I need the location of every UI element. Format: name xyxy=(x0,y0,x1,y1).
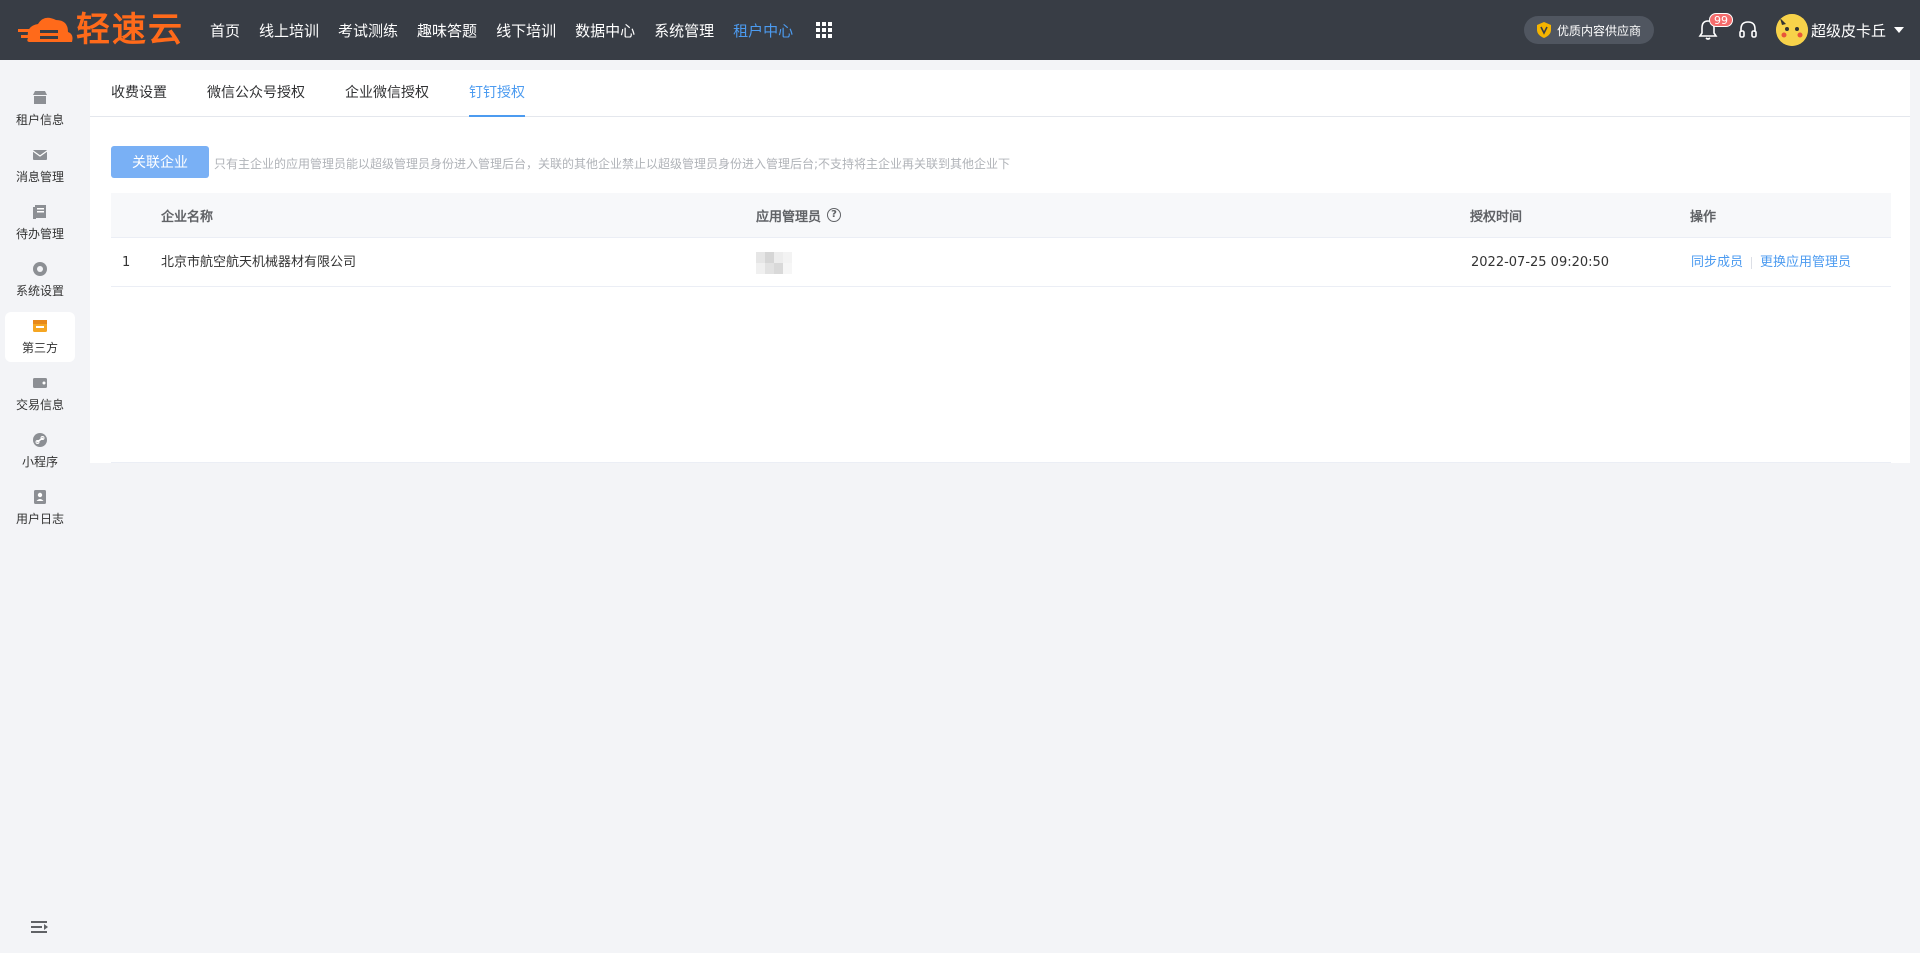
nav-offline-training[interactable]: 线下培训 xyxy=(496,20,556,41)
help-icon[interactable]: ? xyxy=(827,208,842,222)
sidebar-item-mini-program[interactable]: 小程序 xyxy=(5,426,75,476)
sync-members-link[interactable]: 同步成员 xyxy=(1691,255,1743,270)
row-actions: 同步成员 更换应用管理员 xyxy=(1691,238,1851,287)
nav-quiz[interactable]: 趣味答题 xyxy=(417,20,477,41)
change-admin-link[interactable]: 更换应用管理员 xyxy=(1760,255,1851,270)
nav-online-training[interactable]: 线上培训 xyxy=(259,20,319,41)
logo-text: 轻速云 xyxy=(76,10,184,50)
tab-fee-settings[interactable]: 收费设置 xyxy=(111,70,167,117)
user-name: 超级皮卡丘 xyxy=(1811,21,1887,40)
sidebar-item-label: 系统设置 xyxy=(15,284,64,298)
store-icon xyxy=(33,91,47,104)
company-name: 北京市航空航天机械器材有限公司 xyxy=(161,255,357,270)
contact-icon xyxy=(34,490,46,504)
nav-home[interactable]: 首页 xyxy=(210,20,240,41)
third-party-icon xyxy=(33,320,47,332)
auth-time: 2022-07-25 09:20:50 xyxy=(1471,255,1610,270)
sidebar-item-label: 消息管理 xyxy=(15,170,64,184)
sidebar-item-transactions[interactable]: 交易信息 xyxy=(5,369,75,419)
main-panel: 收费设置 微信公众号授权 企业微信授权 钉钉授权 关联企业 只有主企业的应用管理… xyxy=(90,70,1910,463)
row-index: 1 xyxy=(122,255,131,270)
main-nav: 首页 线上培训 考试测练 趣味答题 线下培训 数据中心 系统管理 租户中心 xyxy=(210,0,833,60)
sidebar-item-tenant-info[interactable]: 租户信息 xyxy=(5,84,75,134)
col-company-name: 企业名称 xyxy=(161,209,214,225)
sidebar-item-label: 第三方 xyxy=(21,341,58,355)
link-icon xyxy=(33,433,47,447)
notification-badge: 99 xyxy=(1709,13,1733,27)
table-row: 1 北京市航空航天机械器材有限公司 2022-07-25 09:20:50 同步… xyxy=(111,238,1891,287)
col-auth-time: 授权时间 xyxy=(1470,209,1523,225)
sidebar-item-label: 待办管理 xyxy=(15,227,64,241)
apps-grid-icon[interactable] xyxy=(816,22,833,38)
headset-icon[interactable] xyxy=(1736,18,1760,42)
shield-icon xyxy=(1536,22,1551,38)
sidebar-item-settings[interactable]: 系统设置 xyxy=(5,255,75,305)
col-app-admin: 应用管理员 ? xyxy=(756,206,842,225)
todo-icon xyxy=(33,205,46,219)
mail-icon xyxy=(32,150,48,160)
col-actions: 操作 xyxy=(1690,209,1717,225)
tab-dingtalk[interactable]: 钉钉授权 xyxy=(469,70,525,117)
panel-bottom-divider xyxy=(111,462,1891,463)
settings-icon xyxy=(33,262,47,276)
nav-exam[interactable]: 考试测练 xyxy=(338,20,398,41)
provider-badge[interactable]: 优质内容供应商 xyxy=(1524,16,1654,44)
tab-wechat-official[interactable]: 微信公众号授权 xyxy=(207,70,305,117)
provider-badge-label: 优质内容供应商 xyxy=(1556,23,1641,38)
top-bar: 轻速云 首页 线上培训 考试测练 趣味答题 线下培训 数据中心 系统管理 租户中… xyxy=(0,0,1920,60)
user-menu[interactable]: 超级皮卡丘 xyxy=(1776,14,1905,46)
nav-tenant-center[interactable]: 租户中心 xyxy=(733,20,793,41)
sidebar-item-label: 用户日志 xyxy=(15,512,64,526)
sidebar: 租户信息 消息管理 待办管理 系统设置 第三方 交易信息 小程序 用户日志 xyxy=(0,60,82,953)
avatar xyxy=(1776,14,1808,46)
sidebar-item-label: 交易信息 xyxy=(15,398,64,412)
sidebar-item-label: 租户信息 xyxy=(15,113,64,127)
col-app-admin-label: 应用管理员 xyxy=(756,209,822,225)
sidebar-item-todo[interactable]: 待办管理 xyxy=(5,198,75,248)
sidebar-item-user-log[interactable]: 用户日志 xyxy=(5,483,75,533)
chevron-down-icon xyxy=(1894,27,1905,33)
pikachu-avatar-icon xyxy=(1776,14,1808,46)
menu-collapse-icon[interactable] xyxy=(31,920,49,934)
sidebar-item-third-party[interactable]: 第三方 xyxy=(5,312,75,362)
link-company-button[interactable]: 关联企业 xyxy=(111,146,209,178)
nav-system[interactable]: 系统管理 xyxy=(654,20,714,41)
logo[interactable]: 轻速云 xyxy=(18,12,184,48)
wallet-icon xyxy=(33,378,47,388)
admin-avatar-redacted xyxy=(756,252,792,274)
tab-wecom[interactable]: 企业微信授权 xyxy=(345,70,429,117)
cloud-logo-icon xyxy=(18,17,73,42)
company-table: 企业名称 应用管理员 ? 授权时间 操作 1 北京市航空航天机械器材有限公司 2… xyxy=(111,193,1891,287)
tab-bar: 收费设置 微信公众号授权 企业微信授权 钉钉授权 xyxy=(90,70,1910,117)
hint-text: 只有主企业的应用管理员能以超级管理员身份进入管理后台，关联的其他企业禁止以超级管… xyxy=(214,157,1011,171)
table-header: 企业名称 应用管理员 ? 授权时间 操作 xyxy=(111,193,1891,238)
nav-data-center[interactable]: 数据中心 xyxy=(575,20,635,41)
action-divider xyxy=(1751,256,1753,269)
sidebar-item-label: 小程序 xyxy=(21,455,58,469)
sidebar-item-messages[interactable]: 消息管理 xyxy=(5,141,75,191)
